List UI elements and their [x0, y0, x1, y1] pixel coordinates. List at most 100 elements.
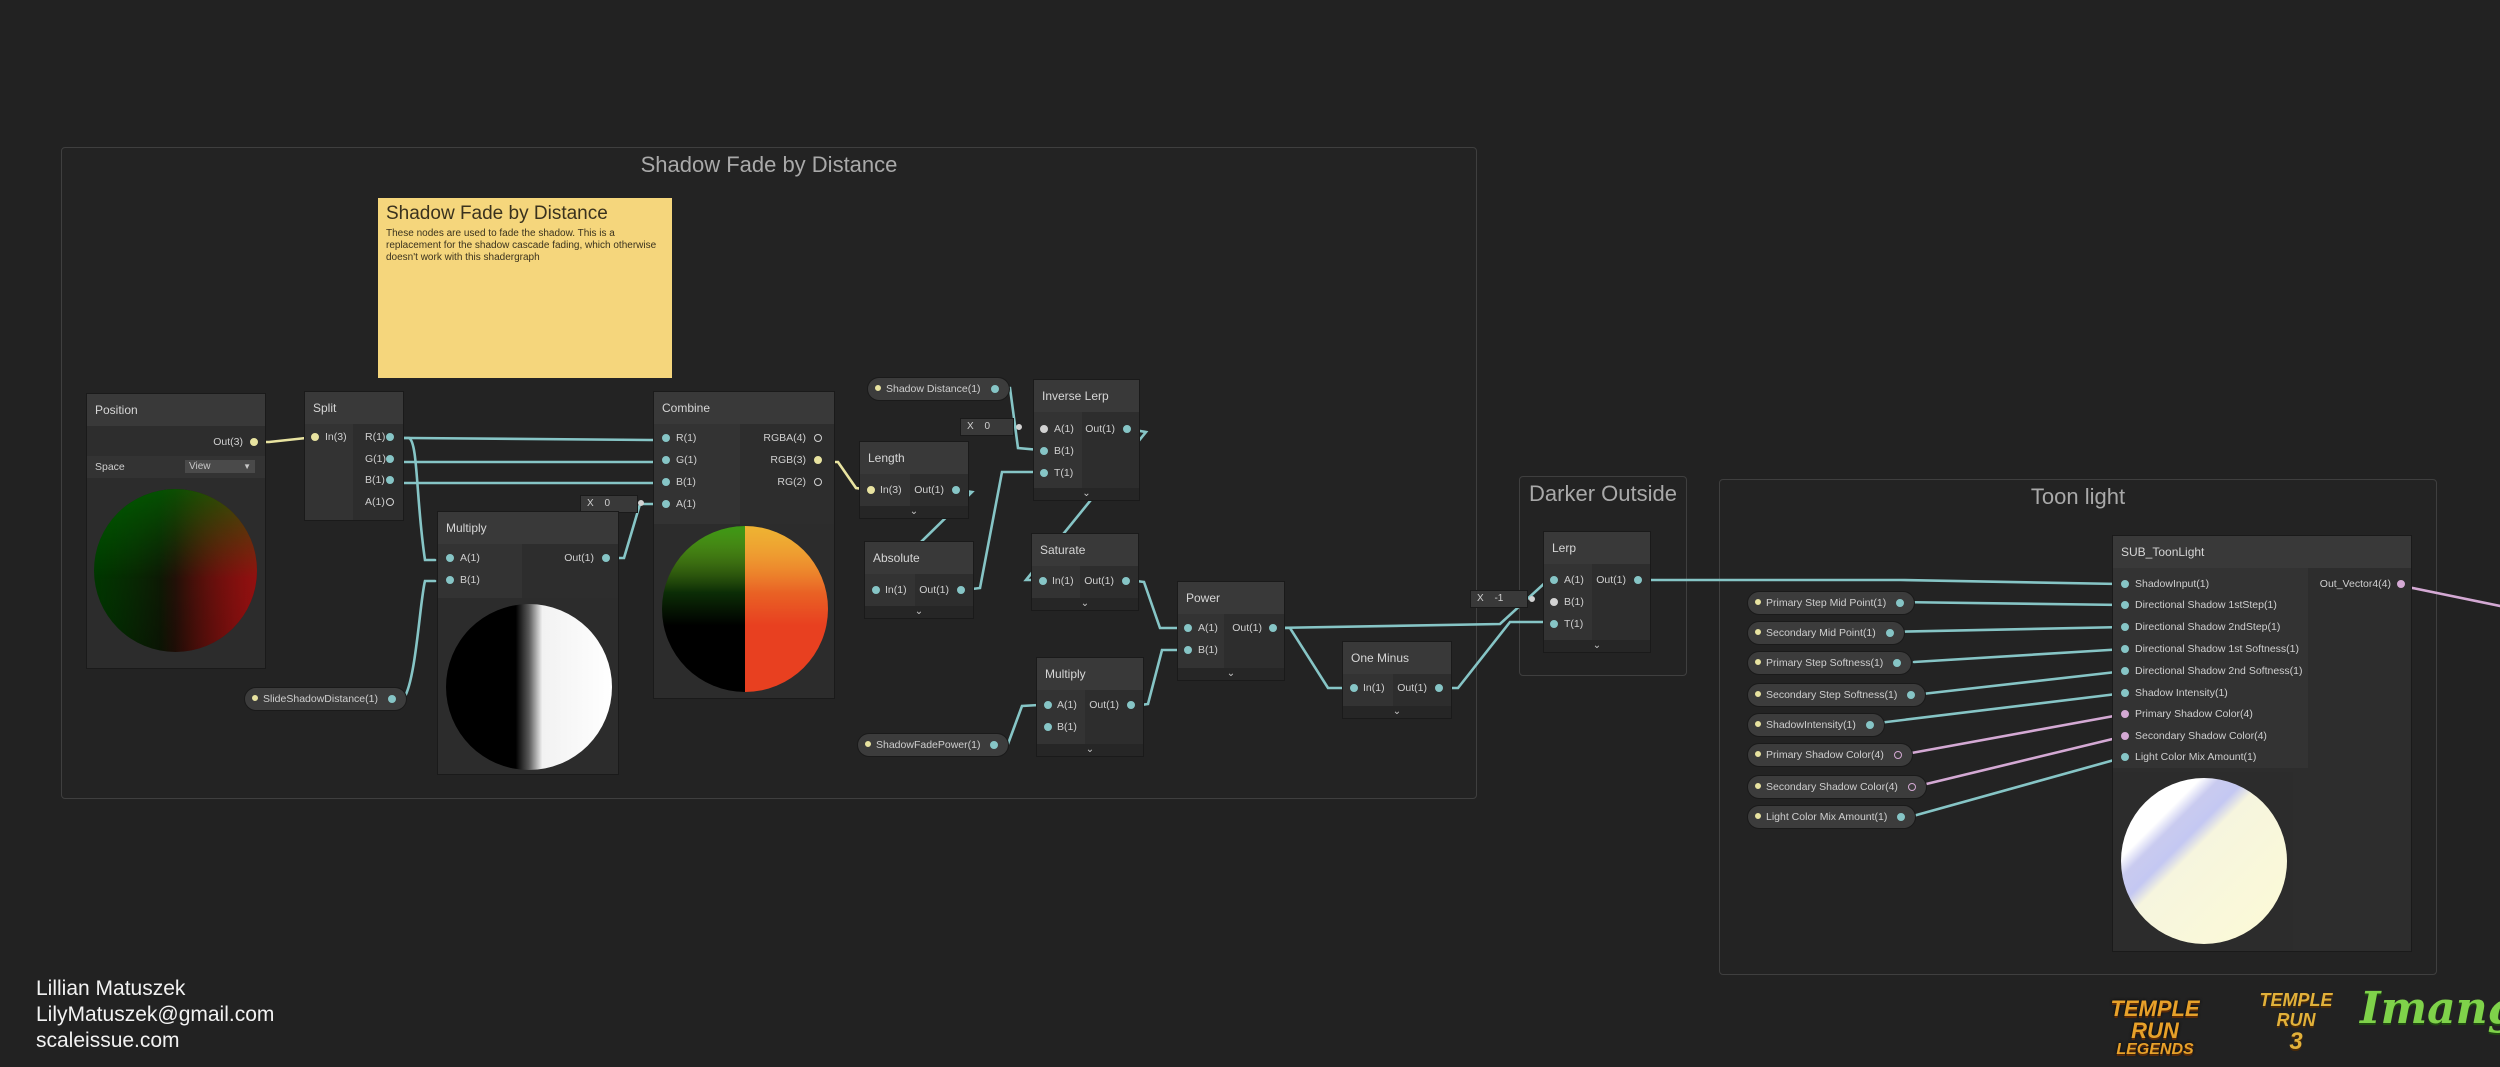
port-primary-shadow-color-dot[interactable] — [2121, 710, 2129, 718]
port-out-vector4-dot[interactable] — [2397, 580, 2405, 588]
property-shadow-distance[interactable]: Shadow Distance(1) — [868, 378, 1009, 400]
space-dropdown[interactable]: View ▼ — [185, 460, 255, 473]
collapse-chevron-icon[interactable]: ⌄ — [865, 606, 973, 618]
port-secondary-shadow-color-dot[interactable] — [2121, 732, 2129, 740]
property-out-dot[interactable] — [1865, 721, 1874, 729]
collapse-chevron-icon[interactable]: ⌄ — [1034, 488, 1139, 500]
port-r: R(1) — [365, 431, 386, 443]
port-out-dot[interactable] — [602, 554, 610, 562]
port-a-in-dot[interactable] — [1550, 576, 1558, 584]
node-multiply-2[interactable]: Multiply A(1) B(1) Out(1) ⌄ — [1037, 658, 1143, 756]
property-out-dot[interactable] — [990, 385, 999, 393]
collapse-chevron-icon[interactable]: ⌄ — [1032, 598, 1138, 610]
lerp-b-default-field[interactable]: X -1 — [1471, 591, 1527, 607]
node-absolute[interactable]: Absolute In(1) Out(1) ⌄ — [865, 542, 973, 618]
port-g-dot[interactable] — [386, 455, 394, 463]
property-shadow-fade-power[interactable]: ShadowFadePower(1) — [858, 734, 1009, 756]
space-row: Space View ▼ — [87, 456, 265, 478]
port-out-dot[interactable] — [1122, 577, 1130, 585]
port-b-in-dot[interactable] — [1550, 598, 1558, 606]
property-light-color-mix-amount[interactable]: Light Color Mix Amount(1) — [1748, 806, 1916, 828]
port-dir-shadow-2nd-step-dot[interactable] — [2121, 623, 2129, 631]
property-primary-step-mid-point[interactable]: Primary Step Mid Point(1) — [1748, 592, 1915, 614]
port-out-dot[interactable] — [1123, 425, 1131, 433]
port-out-dot[interactable] — [1269, 624, 1277, 632]
port-out-dot[interactable] — [1435, 684, 1443, 692]
port-b-in-dot[interactable] — [446, 576, 454, 584]
property-out-dot[interactable] — [1885, 629, 1894, 637]
property-secondary-mid-point[interactable]: Secondary Mid Point(1) — [1748, 622, 1904, 644]
port-rgb-out-dot[interactable] — [814, 456, 822, 464]
sticky-note[interactable]: Shadow Fade by Distance These nodes are … — [378, 198, 672, 378]
collapse-chevron-icon[interactable]: ⌄ — [860, 506, 968, 518]
port-b-in-dot[interactable] — [1044, 723, 1052, 731]
port-out-dot[interactable] — [952, 486, 960, 494]
port-b-in-dot[interactable] — [1040, 447, 1048, 455]
node-saturate[interactable]: Saturate In(1) Out(1) ⌄ — [1032, 534, 1138, 610]
port-secondary-shadow-color: Secondary Shadow Color(4) — [2135, 730, 2267, 742]
port-a-in-dot[interactable] — [446, 554, 454, 562]
collapse-chevron-icon[interactable]: ⌄ — [1037, 744, 1143, 756]
port-g-in-dot[interactable] — [662, 456, 670, 464]
port-dir-shadow-2nd-softness-dot[interactable] — [2121, 667, 2129, 675]
property-out-dot[interactable] — [1893, 751, 1902, 759]
node-one-minus[interactable]: One Minus In(1) Out(1) ⌄ — [1343, 642, 1451, 718]
port-b-in-dot[interactable] — [1184, 646, 1192, 654]
property-out-dot[interactable] — [1897, 813, 1906, 821]
port-rg-out-dot[interactable] — [814, 478, 822, 486]
property-secondary-step-softness[interactable]: Secondary Step Softness(1) — [1748, 684, 1926, 706]
property-secondary-shadow-color[interactable]: Secondary Shadow Color(4) — [1748, 776, 1926, 798]
inverse-lerp-a-default-field[interactable]: X 0 — [961, 419, 1013, 435]
property-out-dot[interactable] — [1893, 659, 1902, 667]
node-split[interactable]: Split In(3) R(1) G(1) B(1) A(1) — [305, 392, 403, 520]
node-lerp[interactable]: Lerp A(1) B(1) T(1) Out(1) ⌄ — [1544, 532, 1650, 652]
node-combine[interactable]: Combine R(1) G(1) B(1) A(1) RGBA(4) RGB(… — [654, 392, 834, 698]
property-primary-step-softness[interactable]: Primary Step Softness(1) — [1748, 652, 1912, 674]
port-out-dot[interactable] — [250, 438, 258, 446]
port-t-in-dot[interactable] — [1550, 620, 1558, 628]
port-in-dot[interactable] — [1039, 577, 1047, 585]
collapse-chevron-icon[interactable]: ⌄ — [1178, 668, 1284, 680]
collapse-chevron-icon[interactable]: ⌄ — [1544, 640, 1650, 652]
node-position[interactable]: Position Out(3) Space View ▼ — [87, 394, 265, 668]
port-a-in: A(1) — [460, 552, 480, 564]
port-out-dot[interactable] — [1127, 701, 1135, 709]
port-shadow-input-dot[interactable] — [2121, 580, 2129, 588]
property-out-dot[interactable] — [1896, 599, 1905, 607]
port-a-in-dot[interactable] — [662, 500, 670, 508]
port-light-color-mix-amount-dot[interactable] — [2121, 753, 2129, 761]
port-in-dot[interactable] — [1350, 684, 1358, 692]
port-t-in-dot[interactable] — [1040, 469, 1048, 477]
property-out-dot[interactable] — [990, 741, 999, 749]
port-dir-shadow-1st-softness-dot[interactable] — [2121, 645, 2129, 653]
property-shadow-intensity[interactable]: ShadowIntensity(1) — [1748, 714, 1884, 736]
collapse-chevron-icon[interactable]: ⌄ — [1343, 706, 1451, 718]
property-slide-shadow-distance[interactable]: SlideShadowDistance(1) — [245, 688, 406, 710]
port-b-dot[interactable] — [386, 476, 394, 484]
node-inverse-lerp[interactable]: Inverse Lerp A(1) B(1) T(1) Out(1) ⌄ — [1034, 380, 1139, 500]
property-out-dot[interactable] — [1907, 783, 1916, 791]
property-out-dot[interactable] — [387, 695, 396, 703]
node-power[interactable]: Power A(1) B(1) Out(1) ⌄ — [1178, 582, 1284, 680]
property-out-dot[interactable] — [1907, 691, 1916, 699]
port-a-dot[interactable] — [386, 498, 394, 506]
port-out-dot[interactable] — [957, 586, 965, 594]
port-a-in-dot[interactable] — [1044, 701, 1052, 709]
node-multiply[interactable]: Multiply A(1) B(1) Out(1) — [438, 512, 618, 774]
port-r-dot[interactable] — [386, 433, 394, 441]
port-in-dot[interactable] — [311, 433, 319, 441]
node-sub-toonlight[interactable]: SUB_ToonLight ShadowInput(1) Directional… — [2113, 536, 2411, 951]
port-shadow-intensity-dot[interactable] — [2121, 689, 2129, 697]
port-in-dot[interactable] — [872, 586, 880, 594]
node-length[interactable]: Length In(3) Out(1) ⌄ — [860, 442, 968, 518]
port-dir-shadow-1st-step-dot[interactable] — [2121, 601, 2129, 609]
port-a-in-dot[interactable] — [1184, 624, 1192, 632]
port-r-in-dot[interactable] — [662, 434, 670, 442]
port-b-in-dot[interactable] — [662, 478, 670, 486]
port-a-in-dot[interactable] — [1040, 425, 1048, 433]
port-in-dot[interactable] — [867, 486, 875, 494]
combine-a-default-field[interactable]: X 0 — [581, 496, 637, 512]
port-rgba-out-dot[interactable] — [814, 434, 822, 442]
property-primary-shadow-color[interactable]: Primary Shadow Color(4) — [1748, 744, 1912, 766]
port-out-dot[interactable] — [1634, 576, 1642, 584]
